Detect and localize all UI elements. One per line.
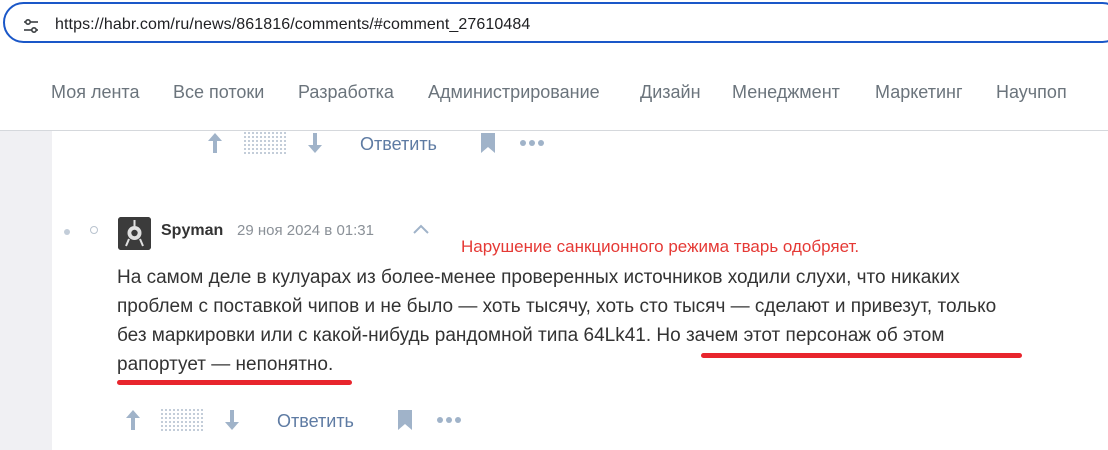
bookmark-icon[interactable] bbox=[397, 409, 413, 431]
browser-toolbar: https://habr.com/ru/news/861816/comments… bbox=[0, 0, 1108, 47]
downvote-icon[interactable] bbox=[224, 409, 240, 431]
nav-item-all-streams[interactable]: Все потоки bbox=[173, 82, 264, 103]
chevron-up-icon[interactable] bbox=[413, 224, 429, 234]
nav-item-administration[interactable]: Администрирование bbox=[428, 82, 600, 103]
comments-area: Ответить Spyman 29 ноя 2024 в 01:31 Нару… bbox=[52, 131, 1108, 450]
upvote-icon[interactable] bbox=[125, 409, 141, 431]
reply-button[interactable]: Ответить bbox=[277, 411, 354, 432]
thread-dot bbox=[64, 229, 70, 235]
underline-mark bbox=[701, 353, 1022, 358]
site-settings-icon[interactable] bbox=[23, 18, 39, 34]
comment-line: без маркировки или с какой-нибудь рандом… bbox=[117, 325, 945, 346]
nav-item-management[interactable]: Менеджмент bbox=[732, 82, 840, 103]
nav-item-marketing[interactable]: Маркетинг bbox=[875, 82, 963, 103]
bookmark-icon[interactable] bbox=[480, 132, 496, 154]
nav-item-my-feed[interactable]: Моя лента bbox=[51, 82, 139, 103]
url-text[interactable]: https://habr.com/ru/news/861816/comments… bbox=[55, 16, 530, 34]
nav-item-popsci[interactable]: Научпоп bbox=[996, 82, 1067, 103]
comment-date[interactable]: 29 ноя 2024 в 01:31 bbox=[237, 222, 374, 239]
avatar[interactable] bbox=[118, 217, 151, 250]
section-nav: Моя лента Все потоки Разработка Админист… bbox=[0, 47, 1108, 131]
prev-comment-actions: Ответить bbox=[52, 131, 652, 159]
address-bar[interactable]: https://habr.com/ru/news/861816/comments… bbox=[3, 2, 1108, 43]
comment-author[interactable]: Spyman bbox=[161, 222, 223, 240]
robot-avatar-icon bbox=[118, 217, 151, 250]
rating-hidden-icon bbox=[244, 132, 288, 154]
underline-mark bbox=[117, 380, 352, 385]
nav-item-development[interactable]: Разработка bbox=[298, 82, 394, 103]
comment-line: проблем с поставкой чипов и не было — хо… bbox=[117, 296, 997, 317]
upvote-icon[interactable] bbox=[207, 132, 223, 154]
more-icon[interactable] bbox=[436, 416, 462, 424]
thread-circle bbox=[90, 226, 98, 234]
more-icon[interactable] bbox=[519, 139, 545, 147]
comment-line: На самом деле в кулуарах из более-менее … bbox=[117, 267, 960, 288]
comment-actions: Ответить bbox=[52, 407, 652, 435]
rating-hidden-icon bbox=[161, 409, 205, 431]
comment-body: На самом деле в кулуарах из более-менее … bbox=[117, 263, 1102, 379]
red-annotation: Нарушение санкционного режима тварь одоб… bbox=[461, 237, 860, 256]
downvote-icon[interactable] bbox=[307, 132, 323, 154]
nav-item-design[interactable]: Дизайн bbox=[640, 82, 701, 103]
reply-button[interactable]: Ответить bbox=[360, 134, 437, 155]
